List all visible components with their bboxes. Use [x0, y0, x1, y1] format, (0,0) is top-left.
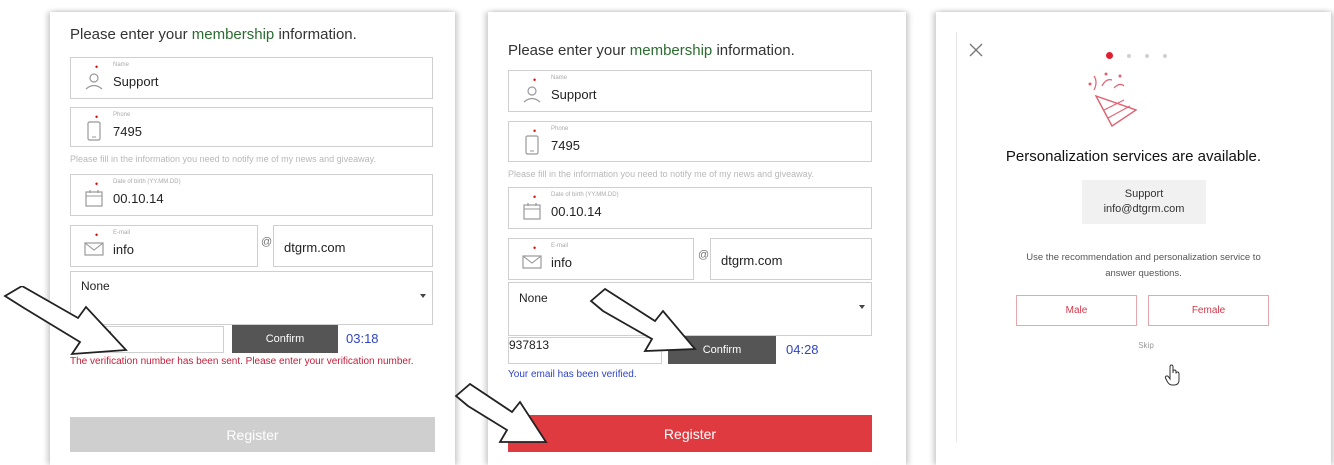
birthdate-label: Date of birth (YY.MM.DD)	[113, 179, 181, 185]
countdown-timer: 04:28	[786, 342, 819, 357]
phone-icon	[525, 135, 539, 155]
select-value: None	[519, 291, 548, 305]
name-field[interactable]: • Name Support	[508, 70, 872, 112]
birthdate-field[interactable]: • Date of birth (YY.MM.DD) 00.10.14	[70, 174, 433, 216]
name-label: Name	[551, 75, 568, 81]
name-label: Name	[113, 62, 130, 68]
carousel-pagination	[1106, 52, 1167, 59]
email-label: E-mail	[551, 243, 569, 249]
email-domain-value: dtgrm.com	[284, 240, 346, 255]
user-name: Support	[1124, 188, 1164, 200]
calendar-icon	[85, 190, 103, 207]
male-button[interactable]: Male	[1016, 295, 1137, 326]
at-sign: @	[698, 249, 710, 261]
page-title: Please enter your membership information…	[508, 42, 795, 59]
email-user-field[interactable]: • E-mail info	[70, 225, 258, 267]
phone-label: Phone	[113, 112, 131, 118]
notify-hint: Please fill in the information you need …	[70, 154, 376, 164]
email-domain-field[interactable]: dtgrm.com	[710, 238, 872, 280]
phone-label: Phone	[551, 126, 569, 132]
email-domain-value: dtgrm.com	[721, 253, 783, 268]
phone-field[interactable]: • Phone 7495	[70, 107, 433, 147]
dialog-title: Personalization services are available.	[1005, 148, 1262, 165]
verification-code-value: 937813	[509, 338, 550, 352]
page-dot[interactable]	[1145, 53, 1149, 58]
mail-icon	[84, 242, 104, 256]
personalization-dialog: Personalization services are available. …	[936, 12, 1331, 465]
person-icon	[85, 73, 103, 90]
skip-link[interactable]: Skip	[936, 341, 1331, 350]
notify-hint: Please fill in the information you need …	[508, 169, 814, 179]
register-button[interactable]: Register	[70, 417, 435, 452]
female-button[interactable]: Female	[1148, 295, 1269, 326]
party-popper-icon	[1088, 72, 1138, 128]
birthdate-value: 00.10.14	[113, 191, 164, 206]
register-button[interactable]: Register	[508, 415, 872, 452]
email-domain-field[interactable]: dtgrm.com	[273, 225, 433, 267]
annotation-arrow-icon	[3, 286, 128, 356]
page-title: Please enter your membership information…	[70, 26, 357, 43]
birthdate-field[interactable]: • Date of birth (YY.MM.DD) 00.10.14	[508, 187, 872, 229]
page-dot[interactable]	[1163, 53, 1167, 58]
user-info-box: Support info@dtgrm.com	[1082, 180, 1206, 224]
dialog-edge	[956, 32, 957, 442]
name-value: Support	[551, 87, 597, 102]
birthdate-label: Date of birth (YY.MM.DD)	[551, 192, 619, 198]
page-dot-active[interactable]	[1106, 52, 1113, 59]
birthdate-value: 00.10.14	[551, 204, 602, 219]
name-value: Support	[113, 74, 159, 89]
phone-value: 7495	[551, 138, 580, 153]
chevron-down-icon	[420, 294, 426, 298]
mail-icon	[522, 255, 542, 269]
close-icon[interactable]	[968, 42, 984, 58]
calendar-icon	[523, 203, 541, 220]
name-field[interactable]: • Name Support	[70, 57, 433, 99]
annotation-arrow-icon	[454, 382, 548, 443]
annotation-arrow-icon	[589, 287, 697, 352]
phone-field[interactable]: • Phone 7495	[508, 121, 872, 162]
email-label: E-mail	[113, 230, 131, 236]
hand-pointer-icon	[1164, 364, 1180, 386]
email-user-field[interactable]: • E-mail info	[508, 238, 694, 280]
email-user-value: info	[113, 242, 134, 257]
user-email: info@dtgrm.com	[1103, 203, 1185, 215]
phone-icon	[87, 121, 101, 141]
confirm-button[interactable]: Confirm	[232, 325, 338, 353]
registration-form-step-1: Please enter your membership information…	[50, 12, 455, 465]
chevron-down-icon	[859, 305, 865, 309]
countdown-timer: 03:18	[346, 331, 379, 346]
at-sign: @	[261, 236, 273, 248]
verification-message: Your email has been verified.	[508, 369, 637, 380]
phone-value: 7495	[113, 124, 142, 139]
person-icon	[523, 86, 541, 103]
dialog-description: Use the recommendation and personalizati…	[1026, 252, 1261, 279]
email-user-value: info	[551, 255, 572, 270]
page-dot[interactable]	[1127, 53, 1131, 58]
